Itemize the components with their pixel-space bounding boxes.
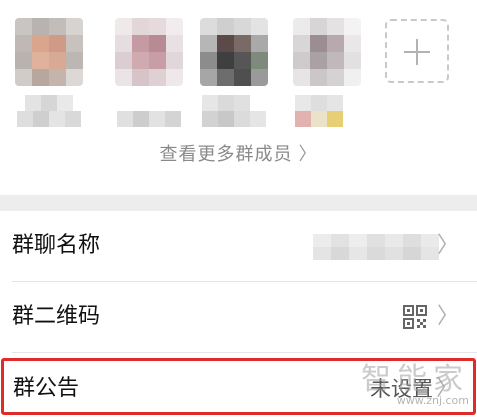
group-name-row[interactable]: 群聊名称 〉 xyxy=(0,211,477,281)
member-name-blurred xyxy=(117,95,181,129)
avatar[interactable] xyxy=(15,18,83,86)
group-qr-code-row[interactable]: 群二维码 〉 xyxy=(0,282,477,352)
chevron-right-icon: 〉 xyxy=(435,376,458,401)
group-chat-info-page: 查看更多群成员〉 群聊名称 〉 群二维码 〉 群公告 未设置 〉 智能家 www… xyxy=(0,0,477,420)
group-notice-row[interactable]: 群公告 未设置 〉 xyxy=(1,358,476,415)
member-name-blurred xyxy=(295,95,359,129)
add-member-button[interactable] xyxy=(385,19,449,83)
group-members-section: 查看更多群成员〉 xyxy=(0,0,477,195)
qr-code-icon xyxy=(403,305,427,329)
view-more-members-link[interactable]: 查看更多群成员〉 xyxy=(0,140,477,166)
member-name-blurred xyxy=(17,95,81,129)
section-separator xyxy=(0,195,477,211)
group-name-value-blurred xyxy=(313,234,439,260)
chevron-right-icon: 〉 xyxy=(436,233,459,258)
avatar[interactable] xyxy=(115,18,183,86)
avatar[interactable] xyxy=(293,18,361,86)
divider xyxy=(12,352,477,353)
group-notice-value: 未设置 xyxy=(370,377,433,401)
chevron-right-icon: 〉 xyxy=(298,144,318,165)
view-more-label: 查看更多群成员 xyxy=(159,144,293,165)
group-qr-code-label: 群二维码 xyxy=(12,304,101,329)
chevron-right-icon: 〉 xyxy=(436,304,459,329)
group-name-label: 群聊名称 xyxy=(12,233,101,258)
member-name-blurred xyxy=(202,95,266,129)
group-notice-label: 群公告 xyxy=(13,376,80,401)
avatar[interactable] xyxy=(200,18,268,86)
